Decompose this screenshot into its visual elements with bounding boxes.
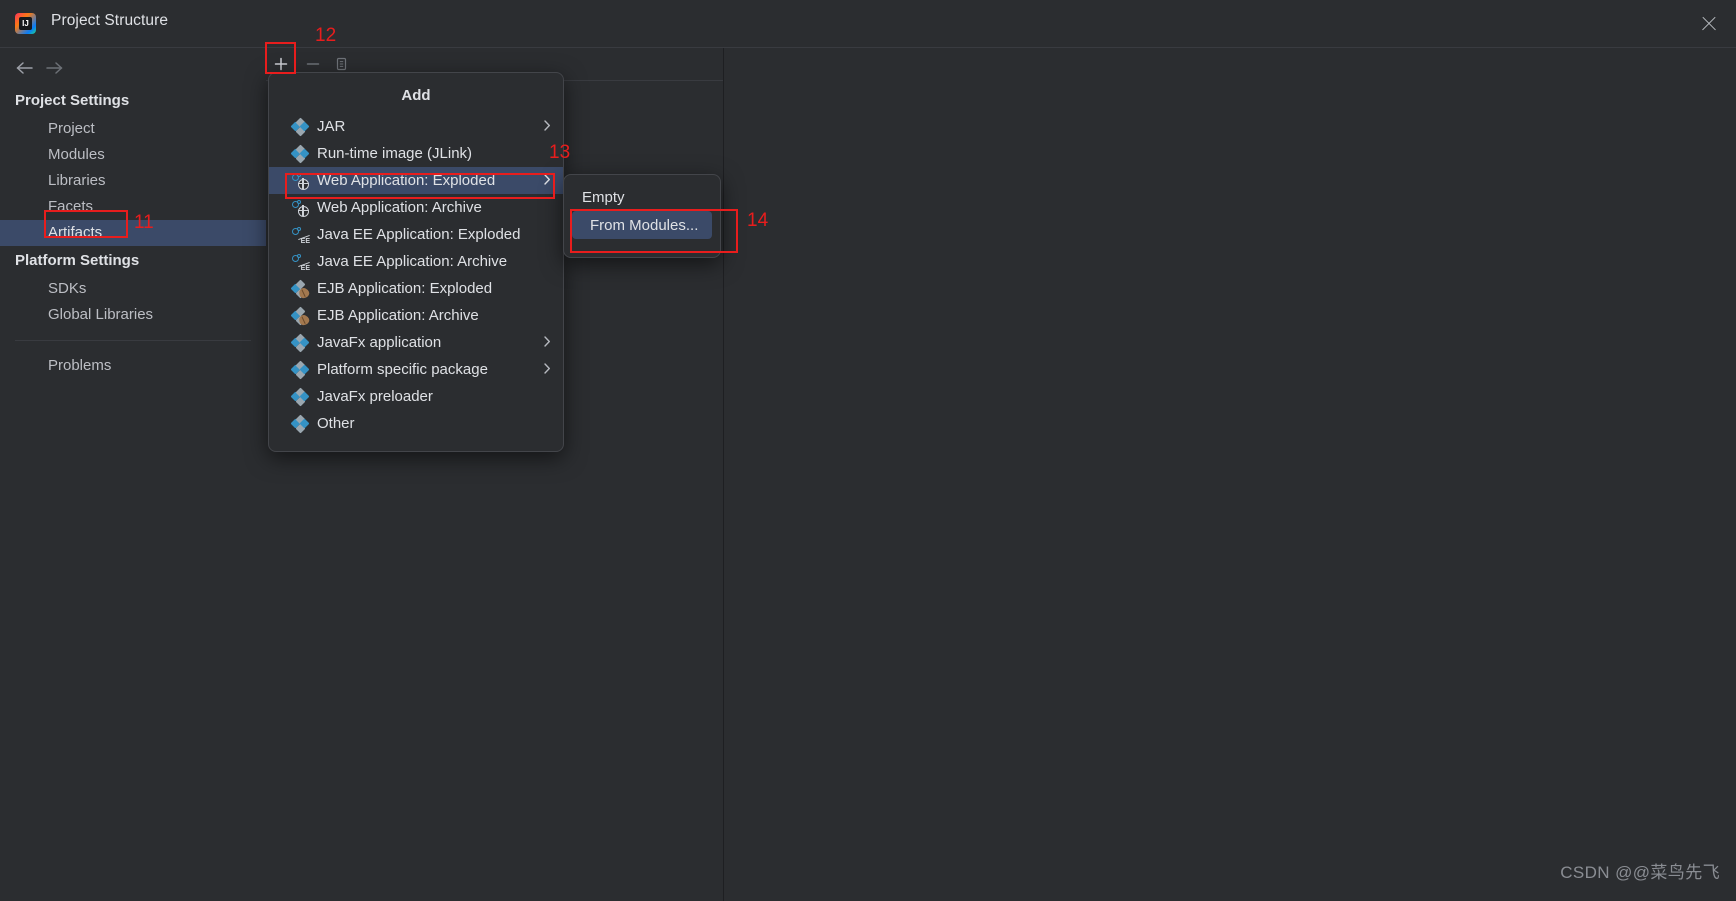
intellij-idea-logo-icon: IJ [15,13,36,34]
project-structure-dialog: IJ Project Structure Project Settings Pr… [0,0,1736,901]
menu-item-java-ee-application-archive[interactable]: EE Java EE Application: Archive [269,248,563,275]
chevron-right-icon [543,361,551,378]
menu-item-web-application-exploded[interactable]: Web Application: Exploded [269,167,563,194]
menu-item-ejb-application-archive[interactable]: EJB Application: Archive [269,302,563,329]
sidebar-item-facets[interactable]: Facets [0,194,266,220]
web-artifact-icon [292,199,309,217]
menu-item-ejb-application-exploded[interactable]: EJB Application: Exploded [269,275,563,302]
sidebar-item-global-libraries[interactable]: Global Libraries [0,302,266,328]
annotation-number-11: 11 [134,212,154,233]
artifact-diamond-icon [290,117,310,136]
arrow-right-icon[interactable] [41,58,67,78]
web-artifact-icon [292,172,309,190]
menu-item-label: Java EE Application: Archive [317,253,508,270]
artifact-diamond-icon [290,333,310,352]
add-menu-title: Add [401,87,431,104]
close-icon[interactable] [1698,13,1720,35]
menu-item-label: JavaFx preloader [317,388,433,405]
sidebar-group-project-settings: Project Settings [15,92,130,109]
menu-item-label: Run-time image (JLink) [317,145,473,162]
menu-item-platform-specific-package[interactable]: Platform specific package [269,356,563,383]
title-bar: IJ Project Structure [0,0,1736,47]
sidebar-item-modules[interactable]: Modules [0,142,266,168]
menu-item-javafx-preloader[interactable]: JavaFx preloader [269,383,563,410]
menu-item-jar[interactable]: JAR [269,113,563,140]
sidebar-group-platform-settings: Platform Settings [15,252,140,269]
annotation-number-14: 14 [747,210,769,231]
sidebar-list: Project Settings Project Modules Librari… [0,86,266,379]
menu-item-label: Other [317,415,355,432]
menu-item-javafx-application[interactable]: JavaFx application [269,329,563,356]
navigation-buttons [0,48,266,86]
artifact-diamond-icon [290,414,310,433]
web-application-exploded-submenu: Empty From Modules... [563,174,721,258]
menu-item-label: Web Application: Archive [317,199,482,216]
sidebar-item-sdks[interactable]: SDKs [0,276,266,302]
artifact-diamond-icon [290,144,310,163]
chevron-right-icon [543,118,551,135]
add-artifact-menu: Add JAR Run-time image (JLink) Web Appli… [268,72,564,452]
sidebar-item-problems[interactable]: Problems [0,353,266,379]
chevron-right-icon [543,172,551,189]
sidebar-divider [15,340,251,341]
menu-item-other[interactable]: Other [269,410,563,437]
menu-item-runtime-image-jlink[interactable]: Run-time image (JLink) [269,140,563,167]
menu-item-label: JavaFx application [317,334,442,351]
menu-item-java-ee-application-exploded[interactable]: EE Java EE Application: Exploded [269,221,563,248]
menu-item-label: Platform specific package [317,361,488,378]
sidebar-item-libraries[interactable]: Libraries [0,168,266,194]
artifact-diamond-icon [290,387,310,406]
menu-item-web-application-archive[interactable]: Web Application: Archive [269,194,563,221]
watermark: CSDN @@菜鸟先飞 [1560,863,1720,882]
sidebar: Project Settings Project Modules Librari… [0,47,266,901]
artifact-details-panel [724,48,1736,901]
menu-item-label: EJB Application: Exploded [317,280,493,297]
submenu-item-from-modules[interactable]: From Modules... [572,211,712,239]
annotation-number-12: 12 [315,25,337,46]
menu-item-label: JAR [317,118,346,135]
submenu-item-empty[interactable]: Empty [564,183,720,211]
menu-item-label: Java EE Application: Exploded [317,226,521,243]
menu-item-label: Web Application: Exploded [317,172,496,189]
sidebar-item-artifacts[interactable]: Artifacts [0,220,266,246]
arrow-left-icon[interactable] [12,58,38,78]
ejb-artifact-icon [290,279,311,300]
menu-item-label: EJB Application: Archive [317,307,479,324]
ejb-artifact-icon [290,306,311,327]
page-title: Project Structure [51,12,169,29]
annotation-number-13: 13 [549,142,571,163]
artifact-diamond-icon [290,360,310,379]
chevron-right-icon [543,334,551,351]
sidebar-item-project[interactable]: Project [0,116,266,142]
javaee-artifact-icon: EE [292,253,310,272]
javaee-artifact-icon: EE [292,226,310,245]
